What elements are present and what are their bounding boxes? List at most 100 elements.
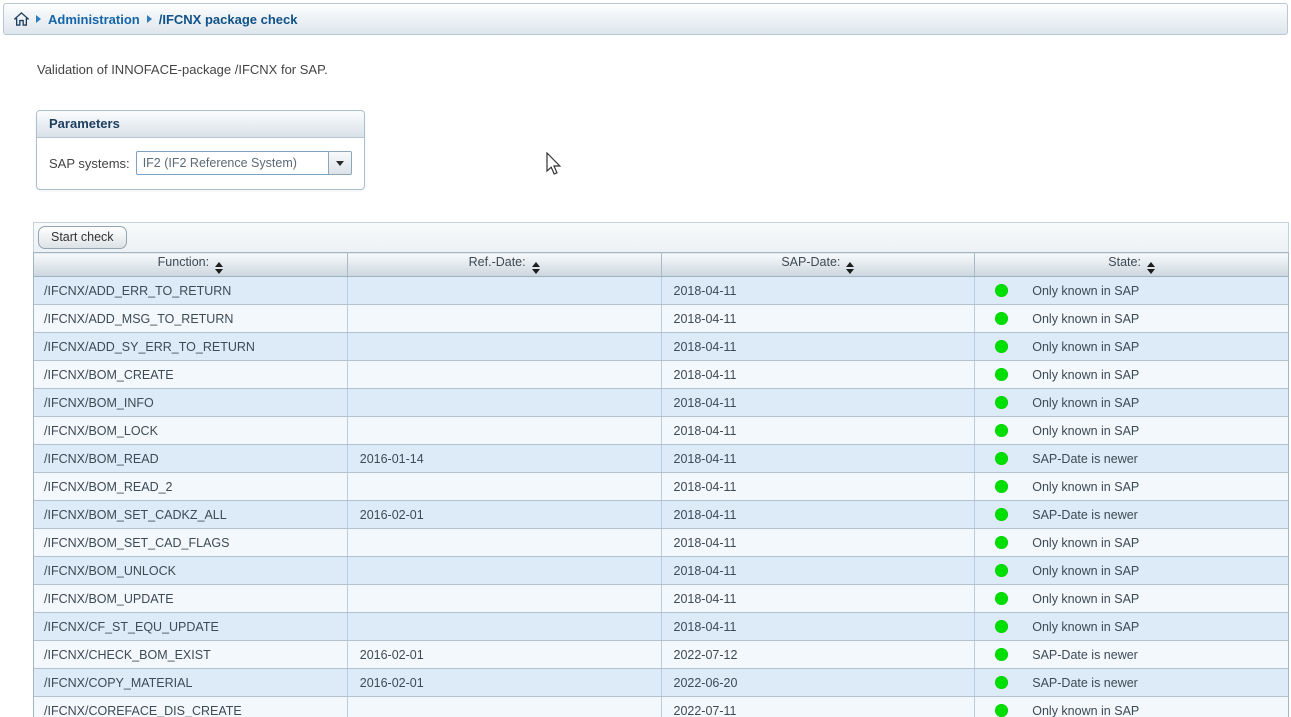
column-header-state[interactable]: State: <box>975 253 1289 277</box>
state-cell: Only known in SAP <box>975 529 1289 557</box>
start-check-button[interactable]: Start check <box>38 226 127 249</box>
column-header-sap-date[interactable]: SAP-Date: <box>661 253 975 277</box>
sap-date-cell: 2018-04-11 <box>661 361 975 389</box>
sap-date-cell: 2018-04-11 <box>661 529 975 557</box>
function-cell: /IFCNX/ADD_SY_ERR_TO_RETURN <box>34 333 348 361</box>
ref-date-cell <box>347 613 661 641</box>
status-dot <box>995 452 1008 465</box>
state-label: SAP-Date is newer <box>1032 508 1138 522</box>
table-row: /IFCNX/BOM_LOCK2018-04-11Only known in S… <box>34 417 1289 445</box>
status-dot <box>995 284 1008 297</box>
ref-date-cell <box>347 473 661 501</box>
breadcrumb-current-page: /IFCNX package check <box>159 12 298 27</box>
sort-icon <box>1147 262 1155 274</box>
status-dot <box>995 536 1008 549</box>
status-dot <box>995 396 1008 409</box>
function-cell: /IFCNX/BOM_CREATE <box>34 361 348 389</box>
sap-date-cell: 2022-06-20 <box>661 669 975 697</box>
sap-date-cell: 2018-04-11 <box>661 473 975 501</box>
function-cell: /IFCNX/BOM_INFO <box>34 389 348 417</box>
sort-icon <box>532 262 540 274</box>
state-cell: Only known in SAP <box>975 417 1289 445</box>
parameters-panel-title: Parameters <box>37 111 364 138</box>
state-label: Only known in SAP <box>1032 592 1139 606</box>
sap-date-cell: 2018-04-11 <box>661 613 975 641</box>
function-cell: /IFCNX/ADD_MSG_TO_RETURN <box>34 305 348 333</box>
column-header-function[interactable]: Function: <box>34 253 348 277</box>
ref-date-cell: 2016-02-01 <box>347 641 661 669</box>
sap-date-cell: 2018-04-11 <box>661 501 975 529</box>
state-cell: Only known in SAP <box>975 277 1289 305</box>
sap-date-cell: 2022-07-12 <box>661 641 975 669</box>
sap-systems-value-field[interactable] <box>136 151 328 175</box>
table-row: /IFCNX/CHECK_BOM_EXIST2016-02-012022-07-… <box>34 641 1289 669</box>
table-row: /IFCNX/BOM_INFO 2018-04-11 Only known in S… <box>34 389 1289 417</box>
breadcrumb: Administration /IFCNX package check <box>3 3 1288 35</box>
table-row: /IFCNX/BOM_READ_22018-04-11Only known in… <box>34 473 1289 501</box>
function-cell: /IFCNX/BOM_SET_CADKZ_ALL <box>34 501 348 529</box>
table-row: /IFCNX/BOM_UNLOCK2018-04-11Only known in… <box>34 557 1289 585</box>
mouse-cursor <box>545 152 563 178</box>
table-toolbar: Start check <box>33 222 1289 252</box>
state-cell: SAP-Date is newer <box>975 641 1289 669</box>
table-row: /IFCNX/BOM_READ2016-01-142018-04-11 SAP-D… <box>34 445 1289 473</box>
function-cell: /IFCNX/BOM_READ <box>34 445 348 473</box>
sap-date-cell: 2022-07-11 <box>661 697 975 717</box>
table-row: /IFCNX/CF_ST_EQU_UPDATE2018-04-11Only kn… <box>34 613 1289 641</box>
state-cell: Only known in SAP <box>975 613 1289 641</box>
sort-icon <box>215 262 223 274</box>
state-label: Only known in SAP <box>1032 368 1139 382</box>
page-description: Validation of INNOFACE-package /IFCNX fo… <box>37 62 1291 78</box>
sap-date-cell: 2018-04-11 <box>661 305 975 333</box>
home-icon[interactable] <box>14 12 29 26</box>
sap-date-cell: 2018-04-11 <box>661 445 975 473</box>
check-result-section: Start check Function: Ref.-Date: SAP-Dat… <box>33 222 1289 717</box>
ref-date-cell: 2016-01-14 <box>347 445 661 473</box>
table-row: /IFCNX/COREFACE_DIS_CREATE2022-07-11Only… <box>34 697 1289 717</box>
state-cell: SAP-Date is newer <box>975 669 1289 697</box>
table-row: /IFCNX/ADD_ERR_TO_RETURN2018-04-11Only k… <box>34 277 1289 305</box>
column-header-ref-date[interactable]: Ref.-Date: <box>347 253 661 277</box>
table-body: /IFCNX/ADD_ERR_TO_RETURN2018-04-11Only k… <box>34 277 1289 717</box>
table-row: /IFCNX/BOM_SET_CAD_FLAGS2018-04-11Only k… <box>34 529 1289 557</box>
sap-date-cell: 2018-04-11 <box>661 389 975 417</box>
state-label: SAP-Date is newer <box>1032 452 1138 466</box>
state-label: Only known in SAP <box>1032 536 1139 550</box>
breadcrumb-arrow-icon <box>147 15 152 23</box>
state-cell: Only known in SAP <box>975 389 1289 417</box>
status-dot <box>995 340 1008 353</box>
sap-date-cell: 2018-04-11 <box>661 585 975 613</box>
status-dot <box>995 592 1008 605</box>
state-cell: Only known in SAP <box>975 557 1289 585</box>
state-label: Only known in SAP <box>1032 424 1139 438</box>
table-row: /IFCNX/COPY_MATERIAL2016-02-012022-06-20… <box>34 669 1289 697</box>
sap-date-cell: 2018-04-11 <box>661 277 975 305</box>
table-row: /IFCNX/BOM_UPDATE2018-04-11Only known in… <box>34 585 1289 613</box>
status-dot <box>995 564 1008 577</box>
state-label: SAP-Date is newer <box>1032 648 1138 662</box>
ref-date-cell <box>347 333 661 361</box>
package-check-table: Function: Ref.-Date: SAP-Date: State: /I… <box>33 252 1289 717</box>
ref-date-cell <box>347 361 661 389</box>
breadcrumb-administration-link[interactable]: Administration <box>48 12 140 27</box>
state-label: Only known in SAP <box>1032 312 1139 326</box>
state-label: Only known in SAP <box>1032 704 1139 717</box>
state-cell: SAP-Date is newer <box>975 445 1289 473</box>
state-label: Only known in SAP <box>1032 564 1139 578</box>
sap-date-cell: 2018-04-11 <box>661 333 975 361</box>
ref-date-cell <box>347 697 661 717</box>
chevron-down-icon[interactable] <box>328 151 352 175</box>
state-label: Only known in SAP <box>1032 396 1139 410</box>
sap-systems-dropdown[interactable] <box>136 151 352 175</box>
status-dot <box>995 424 1008 437</box>
status-dot <box>995 312 1008 325</box>
state-cell: Only known in SAP <box>975 333 1289 361</box>
ref-date-cell: 2016-02-01 <box>347 669 661 697</box>
state-label: Only known in SAP <box>1032 340 1139 354</box>
function-cell: /IFCNX/COPY_MATERIAL <box>34 669 348 697</box>
status-dot <box>995 480 1008 493</box>
sap-date-cell: 2018-04-11 <box>661 417 975 445</box>
table-row: /IFCNX/BOM_SET_CADKZ_ALL2016-02-012018-0… <box>34 501 1289 529</box>
function-cell: /IFCNX/BOM_UNLOCK <box>34 557 348 585</box>
ref-date-cell <box>347 585 661 613</box>
